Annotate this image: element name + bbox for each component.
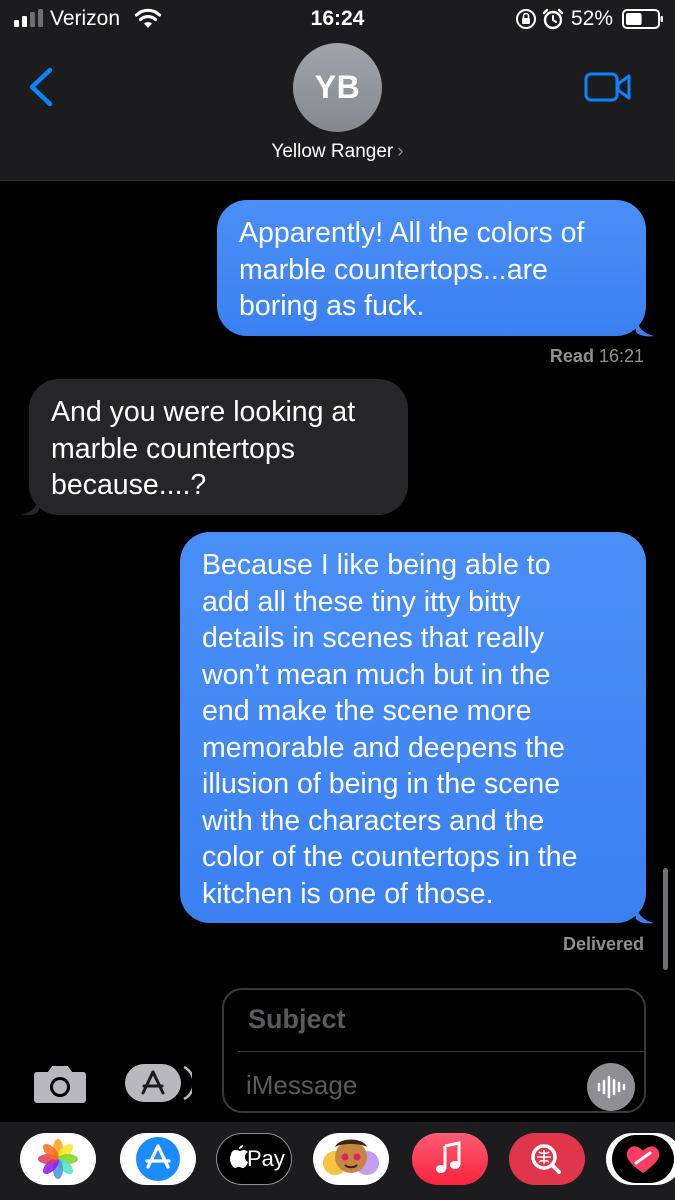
bubble-tail: [636, 905, 655, 924]
message-line: memorable and deepens the: [202, 731, 565, 764]
message-line: marble countertops: [51, 432, 295, 465]
bubble-tail: [636, 318, 655, 337]
bubble-tail: [20, 497, 39, 516]
message-line: because....?: [51, 469, 207, 501]
facetime-video-icon[interactable]: [584, 71, 632, 103]
alarm-icon: [542, 8, 564, 30]
message-input[interactable]: iMessage: [246, 1070, 357, 1101]
composer-divider: [238, 1051, 644, 1052]
audio-waveform-icon: [597, 1075, 626, 1099]
apple-pay-icon[interactable]: Pay: [216, 1133, 292, 1185]
message-line: kitchen is one of those.: [202, 877, 494, 910]
avatar-initials: YB: [314, 69, 361, 105]
search-images-icon[interactable]: [509, 1133, 585, 1185]
subject-field[interactable]: Subject: [248, 1004, 346, 1035]
scroll-indicator[interactable]: [663, 868, 668, 970]
message-line: color of the countertops in the: [202, 841, 578, 873]
message-bubble-received[interactable]: And you were looking at marble counterto…: [29, 379, 408, 515]
memoji-icon[interactable]: [313, 1133, 389, 1185]
message-line: illusion of being in the scene: [202, 768, 561, 800]
message-bubble-sent[interactable]: Apparently! All the colors of marble cou…: [217, 200, 646, 336]
back-chevron-icon[interactable]: [24, 66, 60, 108]
message-line: with the characters and the: [202, 804, 545, 837]
contact-avatar[interactable]: YB: [293, 43, 382, 132]
orientation-lock-icon: [516, 9, 536, 29]
delivered-label: Delivered: [562, 934, 644, 954]
status-bar: Verizon 16:24 52%: [0, 0, 675, 38]
battery-percent: 52%: [571, 7, 614, 30]
message-line: And you were looking at: [51, 396, 356, 428]
read-receipt: Read 16:21: [550, 346, 644, 367]
message-line: Apparently! All the colors of: [239, 217, 585, 249]
message-bubble-sent[interactable]: Because I like being able to add all the…: [180, 532, 646, 923]
message-line: details in scenes that really: [202, 622, 545, 654]
app-drawer: Pay: [0, 1122, 675, 1200]
conversation-header: Verizon 16:24 52% YB Yellow Ranger ›: [0, 0, 675, 181]
photos-icon[interactable]: [20, 1133, 96, 1185]
audio-message-button[interactable]: [587, 1063, 635, 1111]
battery-icon: [622, 9, 663, 29]
read-time: 16:21: [598, 346, 644, 366]
message-composer[interactable]: Subject iMessage: [222, 988, 646, 1113]
chevron-right-icon: ›: [397, 141, 404, 162]
digital-touch-icon[interactable]: [606, 1133, 675, 1185]
camera-icon[interactable]: [33, 1062, 87, 1104]
contact-name: Yellow Ranger: [271, 141, 394, 162]
message-line: add all these tiny itty bitty: [202, 585, 521, 618]
app-store-icon[interactable]: [124, 1063, 192, 1103]
message-line: boring as fuck.: [239, 290, 425, 322]
apple-pay-label: Pay: [247, 1146, 285, 1171]
contact-name-button[interactable]: Yellow Ranger ›: [0, 141, 675, 163]
message-line: marble countertops...are: [239, 253, 548, 286]
delivered-receipt: Delivered: [563, 934, 644, 955]
read-label: Read: [549, 346, 594, 366]
message-line: end make the scene more: [202, 695, 532, 727]
message-line: won’t mean much but in the: [202, 658, 551, 691]
music-icon[interactable]: [412, 1133, 488, 1185]
message-line: Because I like being able to: [202, 549, 551, 581]
app-store-icon[interactable]: [120, 1133, 196, 1185]
